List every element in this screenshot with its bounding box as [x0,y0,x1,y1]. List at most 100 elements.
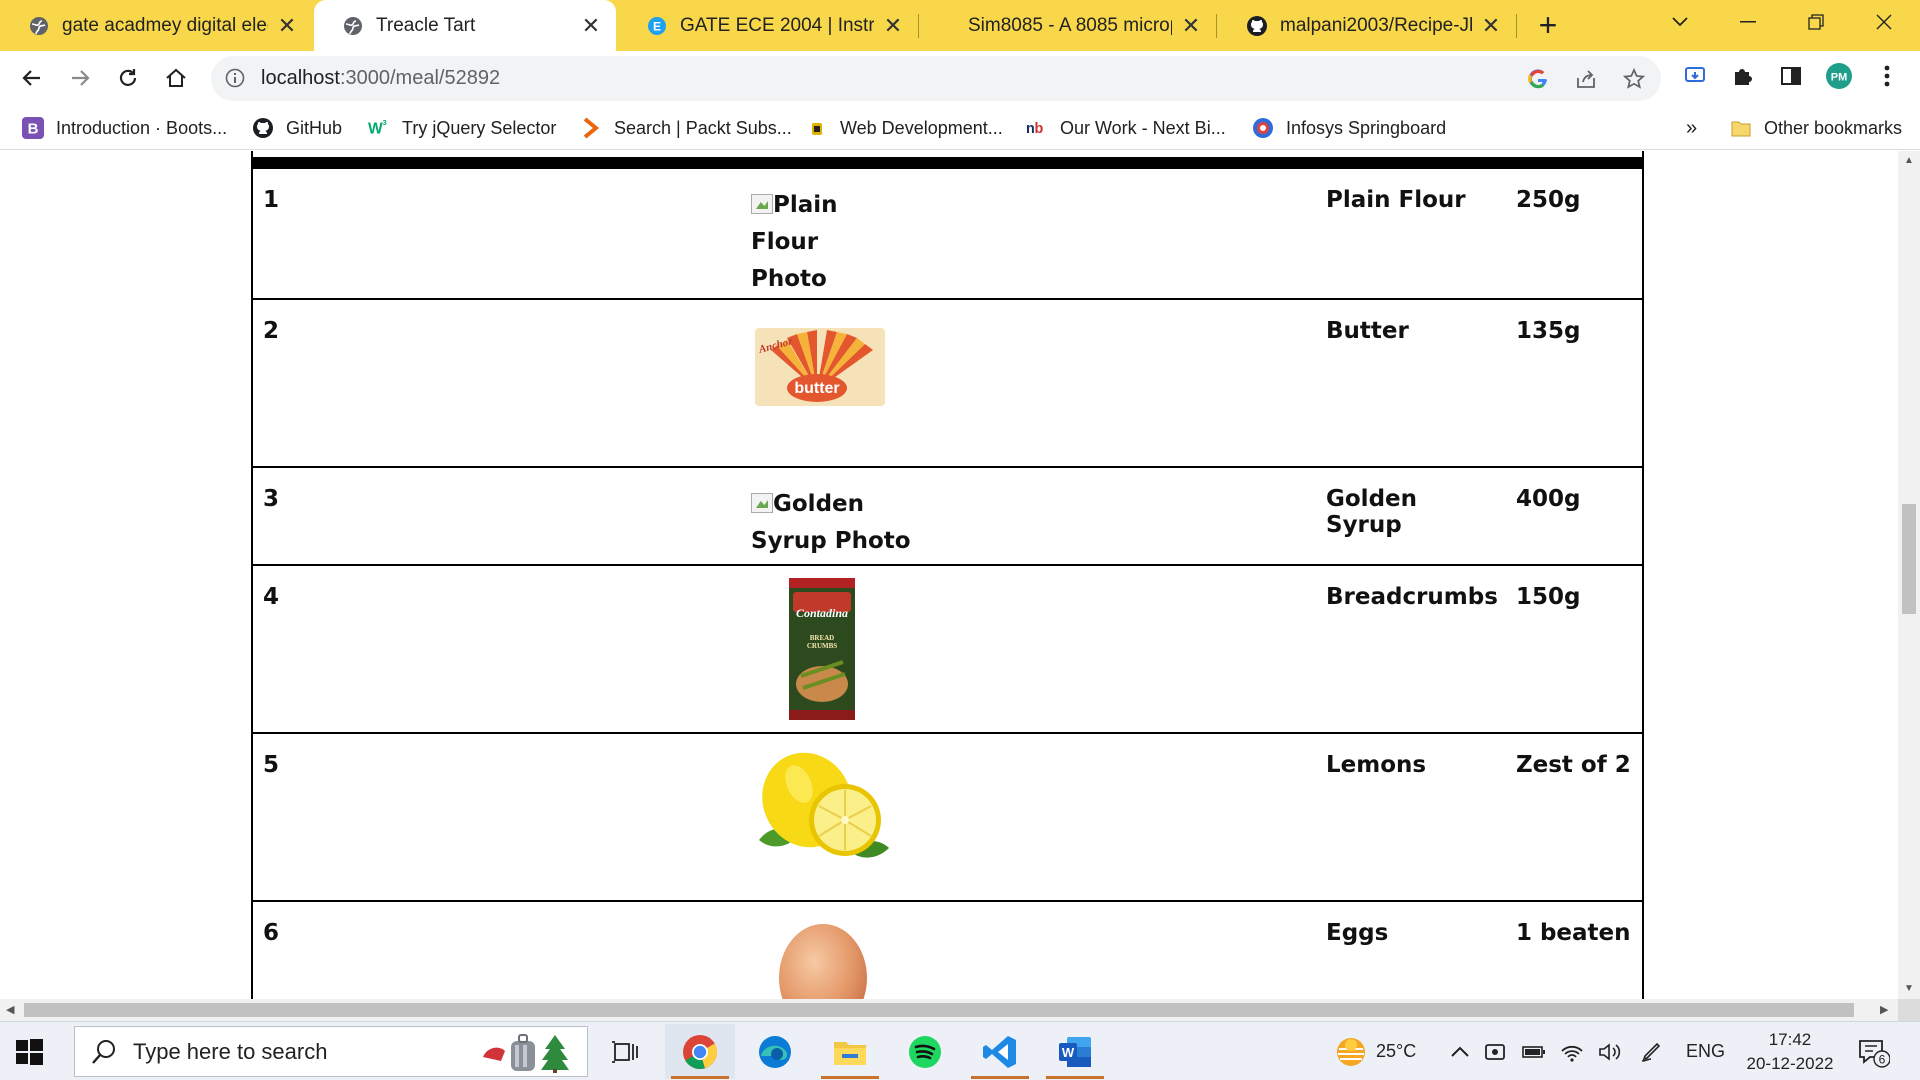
browser-menu-icon[interactable] [1872,61,1902,91]
volume-icon[interactable] [1598,1042,1622,1062]
scroll-down-arrow-icon[interactable]: ▼ [1904,983,1914,994]
bookmark-star-icon[interactable] [1621,66,1647,92]
bookmarks-bar: B Introduction · Boots... GitHub W3 Try … [0,106,1920,150]
extensions-puzzle-icon[interactable] [1728,61,1758,91]
forward-button[interactable] [62,60,98,96]
ingredient-name: Plain Flour [1319,157,1510,299]
tab-close-icon[interactable]: ✕ [580,14,602,37]
tab-gate-academy[interactable]: gate acadmey digital elec ✕ [0,0,312,51]
horizontal-scrollbar-thumb[interactable] [24,1003,1854,1017]
site-info-icon[interactable] [225,68,245,88]
bookmark-label: Search | Packt Subs... [614,117,792,138]
notification-center-button[interactable]: 6 [1856,1022,1890,1080]
tab-close-icon[interactable]: ✕ [1480,14,1502,37]
url-host: localhost [261,67,340,89]
active-app-indicator [971,1076,1029,1079]
ingredient-image-cell [744,900,1319,999]
scroll-up-arrow-icon[interactable]: ▲ [1904,155,1914,166]
tab-strip: gate acadmey digital elec ✕ Treacle Tart… [0,0,1920,51]
tab-close-icon[interactable]: ✕ [276,14,298,37]
bookmark-infosys[interactable]: Infosys Springboard [1252,115,1446,141]
show-hidden-icons-button[interactable] [1450,1022,1470,1080]
profile-avatar[interactable]: PM [1824,61,1854,91]
spotify-icon[interactable] [890,1024,960,1079]
minimize-button[interactable] [1720,0,1776,44]
bookmark-github[interactable]: GitHub [252,115,342,141]
reload-button[interactable] [110,60,146,96]
url-text[interactable]: localhost:3000/meal/52892 [261,67,500,90]
svg-text:b: b [1034,121,1043,137]
bookmarks-overflow-button[interactable]: » [1686,115,1697,141]
address-bar[interactable]: localhost:3000/meal/52892 [211,56,1661,101]
bookmark-label: Infosys Springboard [1286,117,1447,138]
tab-github-repo[interactable]: malpani2003/Recipe-Jhal ✕ [1218,0,1516,51]
github-icon [252,117,274,139]
meet-now-icon[interactable] [1484,1041,1508,1063]
bookmark-label: Our Work - Next Bi... [1060,117,1226,138]
vscode-icon[interactable] [965,1024,1035,1079]
webdev-icon [806,117,828,139]
e-badge-icon: E [646,15,668,37]
ingredient-quantity: 150g [1509,564,1644,733]
ingredient-number: 3 [251,466,744,565]
ingredient-image-cell: Plain Flour Photo [744,157,1319,299]
input-language[interactable]: ENG [1686,1041,1725,1062]
chrome-icon[interactable] [665,1024,735,1079]
tab-title: gate acadmey digital elec [62,14,268,36]
tab-gate-ece[interactable]: E GATE ECE 2004 | Instructio ✕ [618,0,918,51]
tab-search-chevron-icon[interactable] [1652,0,1708,44]
tab-sim8085[interactable]: Sim8085 - A 8085 microp ✕ [920,0,1216,51]
vertical-scrollbar[interactable]: ▲ ▼ [1898,151,1920,999]
page-viewport[interactable]: 1 Plain Flour Photo Plain Flour 250g 2 b… [0,151,1898,999]
table-row: 2 butter Anchor Butter 135g [251,298,1644,467]
google-lens-icon[interactable] [1525,66,1551,92]
close-window-button[interactable] [1856,0,1912,44]
bookmark-bootstrap[interactable]: B Introduction · Boots... [22,115,227,141]
bookmark-other-folder[interactable]: Other bookmarks [1730,115,1902,141]
breadcrumbs-brand-label: Contadina [796,606,848,620]
egg-image [779,924,867,999]
tab-close-icon[interactable]: ✕ [882,14,904,37]
taskbar-clock[interactable]: 17:42 20-12-2022 [1735,1028,1845,1076]
bookmark-jquery[interactable]: W3 Try jQuery Selector [368,115,556,141]
infosys-icon [1252,117,1274,139]
taskbar-search-box[interactable]: Type here to search [74,1026,588,1077]
word-icon[interactable]: W [1040,1024,1110,1079]
battery-icon[interactable] [1522,1045,1546,1059]
task-view-button[interactable] [590,1024,660,1079]
scroll-right-arrow-icon[interactable]: ▶ [1880,1003,1888,1016]
github-icon [1246,15,1268,37]
folder-icon [1730,117,1752,139]
pen-icon[interactable] [1640,1041,1664,1063]
ingredient-quantity: 250g [1509,157,1644,299]
svg-text:W: W [1062,1045,1075,1060]
ingredient-quantity: 1 beaten [1509,900,1644,999]
cast-extension-icon[interactable] [1680,61,1710,91]
horizontal-scrollbar[interactable]: ◀ ▶ [0,999,1898,1021]
ingredient-number: 2 [251,298,744,467]
bookmark-packt[interactable]: Search | Packt Subs... [580,115,792,141]
table-left-border [251,151,253,999]
tab-close-icon[interactable]: ✕ [1180,14,1202,37]
share-icon[interactable] [1573,66,1599,92]
start-button[interactable] [14,1037,44,1067]
tab-treacle-tart[interactable]: Treacle Tart ✕ [314,0,616,51]
globe-icon [28,15,50,37]
back-button[interactable] [14,60,50,96]
broken-image-alt: Golden Syrup Photo [751,486,911,560]
restore-button[interactable] [1788,0,1844,44]
vertical-scrollbar-thumb[interactable] [1902,504,1916,614]
home-button[interactable] [158,60,194,96]
weather-widget[interactable]: 25°C [1334,1022,1416,1080]
svg-text:n: n [1026,121,1035,137]
bookmark-nextbit[interactable]: nb Our Work - Next Bi... [1026,115,1226,141]
globe-icon [342,15,364,37]
edge-icon[interactable] [740,1024,810,1079]
bookmark-webdev[interactable]: Web Development... [806,115,1003,141]
side-panel-icon[interactable] [1776,61,1806,91]
scroll-left-arrow-icon[interactable]: ◀ [6,1003,14,1016]
new-tab-button[interactable]: + [1530,8,1566,44]
wifi-icon[interactable] [1560,1042,1584,1062]
file-explorer-icon[interactable] [815,1024,885,1079]
ingredients-table: 1 Plain Flour Photo Plain Flour 250g 2 b… [251,157,1644,999]
